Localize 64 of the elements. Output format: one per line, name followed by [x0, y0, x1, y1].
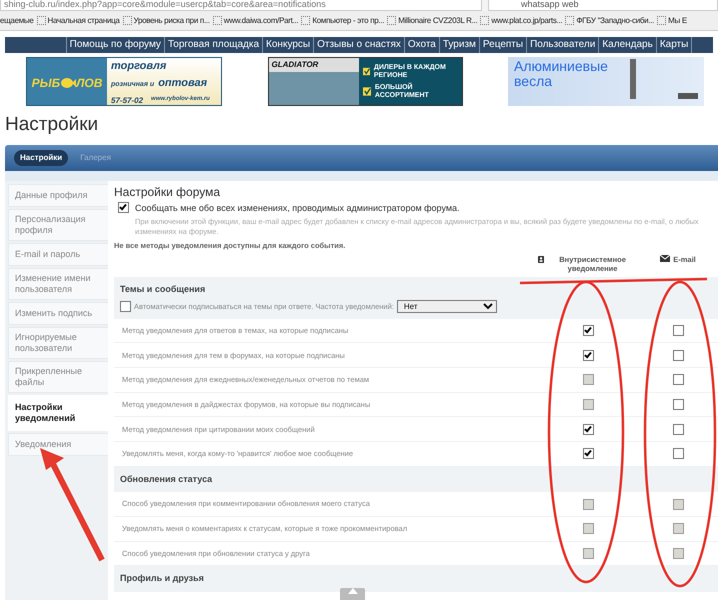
page-icon: [565, 16, 574, 25]
nav-link[interactable]: Конкурсы: [262, 37, 314, 53]
address-bar[interactable]: shing-club.ru/index.php?app=core&module=usercp&tab=core&area=notifications: [0, 0, 482, 11]
bookmark-link[interactable]: Мы Е: [668, 14, 687, 26]
checkbox[interactable]: [672, 324, 684, 336]
check-icon: [362, 87, 371, 96]
checkbox[interactable]: [672, 424, 684, 435]
checkbox[interactable]: [118, 202, 129, 214]
nav-link[interactable]: Карты: [656, 37, 692, 53]
search-field[interactable]: whatsapp web: [488, 0, 718, 11]
group-heading: Профиль и друзья: [120, 572, 205, 586]
checkbox[interactable]: [582, 424, 594, 435]
nav-link[interactable]: Отзывы о снастях: [313, 37, 404, 53]
bookmark-link[interactable]: www.daiwa.com/Part...: [224, 14, 298, 26]
check-icon: [362, 67, 370, 76]
contact-card-icon: [538, 255, 544, 264]
logo-text: РЫБ: [32, 74, 60, 92]
logo-text: ЛОВ: [76, 74, 102, 92]
section-title: Настройки форума: [114, 185, 222, 200]
checkbox-label: Сообщать мне обо всех изменениях, проводимых администратором форума.: [135, 202, 461, 216]
checkbox[interactable]: [672, 399, 684, 410]
nav-link[interactable]: Охота: [404, 37, 439, 53]
tab[interactable]: Настройки: [14, 150, 68, 166]
group-heading: Обновления статуса: [120, 472, 214, 486]
ad-text: торговля: [111, 59, 168, 74]
checkbox[interactable]: [582, 324, 594, 336]
checkbox[interactable]: [120, 300, 131, 312]
page-icon: [212, 16, 222, 25]
bookmark-link[interactable]: Начальная страница: [48, 14, 120, 26]
checkbox[interactable]: [582, 350, 594, 361]
envelope-icon: [660, 255, 670, 262]
page-title: Настройки: [4, 113, 100, 137]
frequency-select[interactable]: Нет: [396, 300, 497, 313]
up-arrow-icon: [348, 588, 358, 594]
checkbox[interactable]: [672, 448, 684, 460]
sidebar-item[interactable]: Настройки уведомлений: [8, 395, 108, 431]
page-icon: [657, 16, 666, 25]
nav-link[interactable]: Помощь по форуму: [66, 37, 164, 53]
bookmark-link[interactable]: ещаемые: [0, 14, 34, 26]
nav-link[interactable]: Календарь: [598, 37, 656, 53]
checkbox[interactable]: [672, 374, 684, 386]
bookmark-link[interactable]: www.plat.co.jp/parts...: [491, 14, 562, 26]
page-icon: [387, 16, 396, 25]
ad-text: Алюминиевые весла: [513, 57, 609, 91]
checkbox[interactable]: [582, 448, 594, 460]
bookmark-link[interactable]: Компьютер - это пр...: [312, 14, 384, 26]
bookmark-link[interactable]: Millionaire CVZ203L R...: [398, 14, 478, 26]
ad-banner[interactable]: Алюминиевые весла: [508, 57, 704, 106]
logo-text: GLADIATOR: [268, 58, 358, 72]
page-icon: [122, 16, 132, 25]
phone-number: 57-57-02: [111, 95, 144, 105]
nav-link[interactable]: Торговая площадка: [164, 37, 262, 53]
nav-link[interactable]: Туризм: [438, 37, 479, 53]
bookmark-link[interactable]: Уровень риска при п...: [134, 14, 210, 26]
checkbox[interactable]: [672, 350, 684, 361]
ad-text: оптовая: [158, 76, 208, 90]
fish-icon: [60, 76, 76, 88]
page-icon: [480, 16, 490, 25]
nav-link[interactable]: Пользователи: [526, 37, 598, 53]
page-icon: [301, 16, 310, 25]
bookmark-link[interactable]: ФГБУ "Западно-сиби...: [576, 14, 654, 26]
group-heading: Темы и сообщения: [120, 283, 206, 296]
nav-link[interactable]: Рецепты: [478, 37, 526, 53]
page-icon: [36, 16, 46, 25]
